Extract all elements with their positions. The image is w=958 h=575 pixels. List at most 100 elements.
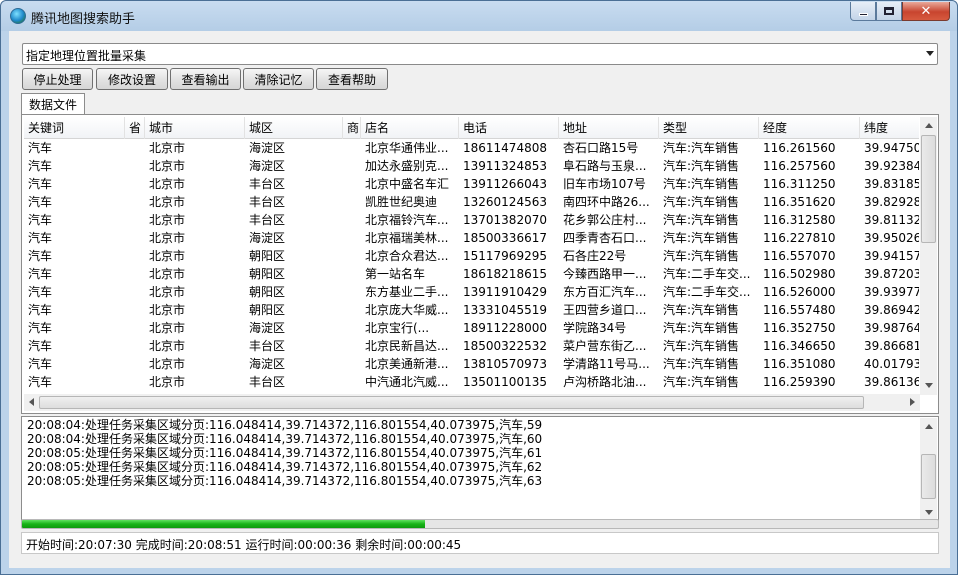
scroll-up-icon[interactable] xyxy=(925,424,933,429)
table-cell: 学院路34号 xyxy=(563,321,627,335)
column-header[interactable]: 地址 xyxy=(559,117,659,139)
clear-memory-button[interactable]: 清除记忆 xyxy=(243,68,314,90)
table-cell: 北京市 xyxy=(149,231,186,245)
table-row[interactable]: 汽车 北京市 海淀区 北京华通伟业... 18611474808 杏石口路15号 汽车:汽车… xyxy=(24,139,919,157)
table-row[interactable]: 汽车 北京市 朝阳区 第一站名车 18618218615 今臻西路甲一... 汽车:二手车交… xyxy=(24,265,919,283)
table-cell xyxy=(343,211,361,229)
table-cell: 北京市 xyxy=(149,321,186,335)
table-cell xyxy=(343,337,361,355)
scroll-thumb[interactable] xyxy=(921,135,936,243)
table-cell: 凯胜世纪奥迪 xyxy=(365,195,438,209)
table-row[interactable]: 汽车 北京市 海淀区 北京福瑞美林... 18500336617 四季青杏石口... 汽车:… xyxy=(24,229,919,247)
table-cell: 石各庄22号 xyxy=(563,249,627,263)
results-table[interactable]: 关键词省城市 城区商店名 电话 地址 类型 经度 纬度 汽车 北京市 海淀区 北京华通伟业... 1… xyxy=(24,117,919,395)
table-row[interactable]: 汽车 北京市 丰台区 北京民新昌达... 18500322532 菜户营东街乙... 汽车:… xyxy=(24,337,919,355)
table-cell: 116.557070 xyxy=(763,249,836,263)
scroll-thumb[interactable] xyxy=(39,396,864,409)
table-cell: 116.259390 xyxy=(763,375,836,389)
table-cell xyxy=(343,301,361,319)
table-cell xyxy=(343,355,361,373)
table-cell xyxy=(125,157,145,175)
table-row[interactable]: 汽车 北京市 海淀区 北京宝行(... 18911228000 学院路34号 汽车:汽车销售… xyxy=(24,319,919,337)
table-cell xyxy=(125,337,145,355)
chevron-down-icon[interactable] xyxy=(926,51,934,56)
view-help-button[interactable]: 查看帮助 xyxy=(316,68,388,90)
table-cell: 加达永盛别克... xyxy=(365,159,449,173)
table-horizontal-scrollbar[interactable] xyxy=(24,394,920,411)
table-cell: 116.351080 xyxy=(763,357,836,371)
table-row[interactable]: 汽车 北京市 海淀区 北京美通新港... 13810570973 学清路11号马... 汽车… xyxy=(24,355,919,373)
table-row[interactable]: 汽车 北京市 丰台区 北京福铃汽车... 13701382070 花乡郭公庄村... 汽车:… xyxy=(24,211,919,229)
column-header[interactable]: 类型 xyxy=(659,117,759,139)
column-header[interactable]: 关键词 xyxy=(24,117,125,139)
column-header[interactable]: 商 xyxy=(343,117,361,139)
table-cell: 北京合众君达... xyxy=(365,249,449,263)
column-header[interactable]: 店名 xyxy=(361,117,459,139)
scroll-up-icon[interactable] xyxy=(925,123,933,128)
table-cell xyxy=(343,373,361,391)
table-vertical-scrollbar[interactable] xyxy=(920,117,937,395)
table-cell: 北京市 xyxy=(149,195,186,209)
table-cell: 第一站名车 xyxy=(365,267,426,281)
table-cell xyxy=(343,283,361,301)
scroll-right-icon[interactable] xyxy=(910,398,915,406)
scroll-left-icon[interactable] xyxy=(29,398,34,406)
status-bar: 开始时间:20:07:30 完成时间:20:08:51 运行时间:00:00:3… xyxy=(21,532,939,554)
scroll-thumb[interactable] xyxy=(921,454,936,499)
log-vertical-scrollbar[interactable] xyxy=(920,418,937,521)
table-cell: 北京市 xyxy=(149,213,186,227)
mode-select[interactable]: 指定地理位置批量采集 xyxy=(22,43,938,65)
log-output[interactable]: 20:08:04:处理任务采集区域分页:116.048414,39.714372… xyxy=(21,416,939,523)
table-cell: 汽车 xyxy=(28,195,53,209)
column-header[interactable]: 省 xyxy=(125,117,145,139)
tab-data-file[interactable]: 数据文件 xyxy=(21,93,85,115)
stop-processing-button[interactable]: 停止处理 xyxy=(22,68,93,90)
column-header[interactable]: 电话 xyxy=(459,117,559,139)
table-header: 关键词省城市 城区商店名 电话 地址 类型 经度 纬度 xyxy=(24,117,919,139)
table-cell: 海淀区 xyxy=(249,159,286,173)
table-cell: 北京市 xyxy=(149,159,186,173)
table-cell: 汽车:汽车销售 xyxy=(663,177,740,191)
table-cell: 39.92384 xyxy=(864,159,919,173)
table-cell xyxy=(125,193,145,211)
table-cell: 汽车 xyxy=(28,213,53,227)
table-row[interactable]: 汽车 北京市 朝阳区 东方基业二手... 13911910429 东方百汇汽车... 汽车:… xyxy=(24,283,919,301)
minimize-button[interactable] xyxy=(850,2,876,21)
title-bar[interactable]: 腾讯地图搜索助手 ✕ xyxy=(1,1,957,31)
table-cell: 13501100135 xyxy=(463,375,547,389)
table-row[interactable]: 汽车 北京市 海淀区 加达永盛别克... 13911324853 阜石路与玉泉... 汽车:… xyxy=(24,157,919,175)
table-cell: 116.352750 xyxy=(763,321,836,335)
table-cell: 13911324853 xyxy=(463,159,547,173)
column-header[interactable]: 经度 xyxy=(759,117,860,139)
column-header[interactable]: 城市 xyxy=(145,117,245,139)
table-cell xyxy=(343,193,361,211)
scroll-down-icon[interactable] xyxy=(925,383,933,388)
table-row[interactable]: 汽车 北京市 丰台区 中汽通北汽威... 13501100135 卢沟桥路北油... 汽车:… xyxy=(24,373,919,391)
table-cell: 13331045519 xyxy=(463,303,547,317)
mode-select-value: 指定地理位置批量采集 xyxy=(26,49,147,63)
table-cell: 北京市 xyxy=(149,357,186,371)
table-cell: 朝阳区 xyxy=(249,285,286,299)
table-cell xyxy=(125,301,145,319)
column-header[interactable]: 纬度 xyxy=(860,117,919,139)
scroll-down-icon[interactable] xyxy=(925,510,933,515)
close-button[interactable]: ✕ xyxy=(902,2,950,21)
log-line: 20:08:04:处理任务采集区域分页:116.048414,39.714372… xyxy=(27,432,543,446)
table-row[interactable]: 汽车 北京市 朝阳区 北京庞大华威... 13331045519 王四营乡道口... 汽车:… xyxy=(24,301,919,319)
table-cell xyxy=(125,355,145,373)
table-cell: 汽车:汽车销售 xyxy=(663,357,740,371)
table-cell: 海淀区 xyxy=(249,321,286,335)
table-cell: 学清路11号马... xyxy=(563,357,650,371)
table-row[interactable]: 汽车 北京市 朝阳区 北京合众君达... 15117969295 石各庄22号 汽车:汽车销… xyxy=(24,247,919,265)
table-cell: 39.83185 xyxy=(864,177,919,191)
table-cell xyxy=(125,283,145,301)
modify-settings-button[interactable]: 修改设置 xyxy=(96,68,168,90)
table-row[interactable]: 汽车 北京市 丰台区 凯胜世纪奥迪 13260124563 南四环中路26... 汽车:汽车… xyxy=(24,193,919,211)
table-cell: 汽车 xyxy=(28,141,53,155)
column-header[interactable]: 城区 xyxy=(245,117,343,139)
table-cell: 北京市 xyxy=(149,177,186,191)
table-row[interactable]: 汽车 北京市 丰台区 北京中盛名车汇 13911266043 旧车市场107号 汽车:汽车销… xyxy=(24,175,919,193)
view-output-button[interactable]: 查看输出 xyxy=(170,68,241,90)
table-cell: 丰台区 xyxy=(249,195,286,209)
maximize-button[interactable] xyxy=(876,2,902,21)
